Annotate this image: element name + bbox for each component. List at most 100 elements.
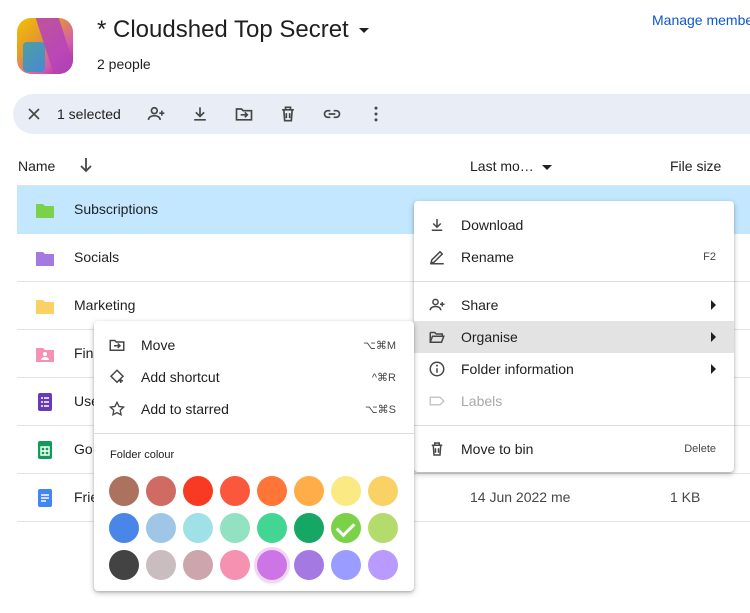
manage-members-link[interactable]: Manage members <box>652 12 750 28</box>
menu-item-label: Add shortcut <box>141 369 220 385</box>
folder-open-icon <box>428 328 446 346</box>
folder-colour-swatch[interactable] <box>109 476 139 506</box>
drive-title[interactable]: * Cloudshed Top Secret <box>97 16 369 44</box>
close-icon[interactable] <box>24 104 44 124</box>
menu-item-label: Download <box>461 217 524 233</box>
folder-colour-swatch[interactable] <box>368 550 398 580</box>
add-person-icon <box>428 296 446 314</box>
menu-item-folder-information[interactable]: Folder information <box>414 353 734 385</box>
folder-colour-swatch[interactable] <box>331 476 361 506</box>
menu-item-label: Folder information <box>461 361 574 377</box>
menu-item-label: Add to starred <box>141 401 229 417</box>
link-icon[interactable] <box>322 104 342 124</box>
menu-item-shortcut: ^⌘R <box>371 372 396 384</box>
menu-item-label: Move to bin <box>461 441 534 457</box>
menu-item-shortcut: ⌥⌘M <box>363 340 396 352</box>
folder-colour-swatch[interactable] <box>294 513 324 543</box>
row-name: Socials <box>74 249 120 265</box>
folder-colour-swatch[interactable] <box>220 476 250 506</box>
row-name: Marketing <box>74 297 136 313</box>
row-size: 1 KB <box>670 489 701 505</box>
menu-divider <box>414 425 734 426</box>
menu-item-rename[interactable]: Rename F2 <box>414 241 734 273</box>
menu-item-download[interactable]: Download <box>414 209 734 241</box>
column-file-size[interactable]: File size <box>670 158 721 174</box>
docs-icon <box>35 489 55 507</box>
menu-item-add-to-starred[interactable]: Add to starred ⌥⌘S <box>94 393 414 425</box>
folder-colour-swatch[interactable] <box>368 513 398 543</box>
folder-colour-swatch[interactable] <box>331 513 361 543</box>
download-icon <box>428 216 446 234</box>
menu-item-move[interactable]: Move ⌥⌘M <box>94 329 414 361</box>
caret-down-icon <box>541 164 552 170</box>
folder-colour-label: Folder colour <box>110 449 175 461</box>
add-shortcut-icon <box>108 368 126 386</box>
menu-item-label: Organise <box>461 329 518 345</box>
folder-colour-swatch[interactable] <box>294 550 324 580</box>
forms-icon <box>35 393 55 411</box>
folder-colour-swatch[interactable] <box>146 550 176 580</box>
folder-colour-swatch[interactable] <box>220 513 250 543</box>
folder-colour-swatch[interactable] <box>257 476 287 506</box>
folder-colour-swatch[interactable] <box>146 476 176 506</box>
folder-colour-swatch[interactable] <box>109 513 139 543</box>
selection-toolbar: 1 selected <box>13 94 750 134</box>
drive-title-text: * Cloudshed Top Secret <box>97 16 349 43</box>
folder-colour-swatch[interactable] <box>220 550 250 580</box>
folder-icon <box>35 249 55 267</box>
delete-icon[interactable] <box>278 104 298 124</box>
menu-divider <box>414 281 734 282</box>
folder-colour-swatch[interactable] <box>368 476 398 506</box>
folder-colour-swatch[interactable] <box>183 550 213 580</box>
organise-submenu: Move ⌥⌘M Add shortcut ^⌘R Add to starred… <box>94 321 414 591</box>
menu-item-label: Labels <box>461 393 503 409</box>
folder-colour-swatch[interactable] <box>331 550 361 580</box>
folder-colour-swatch[interactable] <box>146 513 176 543</box>
menu-item-shortcut: ⌥⌘S <box>364 404 396 416</box>
menu-item-label: Share <box>461 297 499 313</box>
menu-item-move-to-bin[interactable]: Move to bin Delete <box>414 433 734 465</box>
column-name[interactable]: Name <box>18 158 55 174</box>
star-icon <box>108 400 126 418</box>
shared-folder-icon <box>35 345 55 363</box>
chevron-right-icon <box>711 364 716 374</box>
chevron-down-icon <box>358 27 369 33</box>
folder-colour-swatch[interactable] <box>257 513 287 543</box>
folder-colour-swatch[interactable] <box>183 513 213 543</box>
more-vert-icon[interactable] <box>366 104 386 124</box>
folder-icon <box>35 297 55 315</box>
delete-icon <box>428 440 446 458</box>
chevron-right-icon <box>711 332 716 342</box>
menu-item-shortcut: Delete <box>684 443 716 455</box>
info-icon <box>428 360 446 378</box>
menu-item-add-shortcut[interactable]: Add shortcut ^⌘R <box>94 361 414 393</box>
menu-item-shortcut: F2 <box>703 251 716 263</box>
menu-item-labels: Labels <box>414 385 734 417</box>
download-icon[interactable] <box>190 104 210 124</box>
column-last-modified-label: Last mo… <box>470 158 534 174</box>
folder-colour-swatch[interactable] <box>109 550 139 580</box>
menu-item-organise[interactable]: Organise <box>414 321 734 353</box>
edit-icon <box>428 248 446 266</box>
menu-item-label: Move <box>141 337 176 353</box>
row-name: Go <box>74 441 93 457</box>
arrow-down-icon[interactable] <box>78 156 94 174</box>
column-last-modified[interactable]: Last mo… <box>470 158 552 174</box>
add-person-icon[interactable] <box>146 104 166 124</box>
folder-colour-swatch[interactable] <box>183 476 213 506</box>
folder-colour-swatch[interactable] <box>294 476 324 506</box>
people-count[interactable]: 2 people <box>97 56 151 72</box>
row-name: Subscriptions <box>74 201 159 217</box>
menu-divider <box>94 433 414 434</box>
sheets-icon <box>35 441 55 459</box>
shared-drive-avatar <box>17 18 73 74</box>
move-to-folder-icon <box>108 336 126 354</box>
move-to-folder-icon[interactable] <box>234 104 254 124</box>
context-menu: Download Rename F2 Share Organise Folder… <box>414 201 734 472</box>
chevron-right-icon <box>711 300 716 310</box>
menu-item-share[interactable]: Share <box>414 289 734 321</box>
folder-colour-swatch[interactable] <box>257 550 287 580</box>
menu-item-label: Rename <box>461 249 514 265</box>
selected-count: 1 selected <box>57 106 121 122</box>
folder-icon <box>35 201 55 219</box>
